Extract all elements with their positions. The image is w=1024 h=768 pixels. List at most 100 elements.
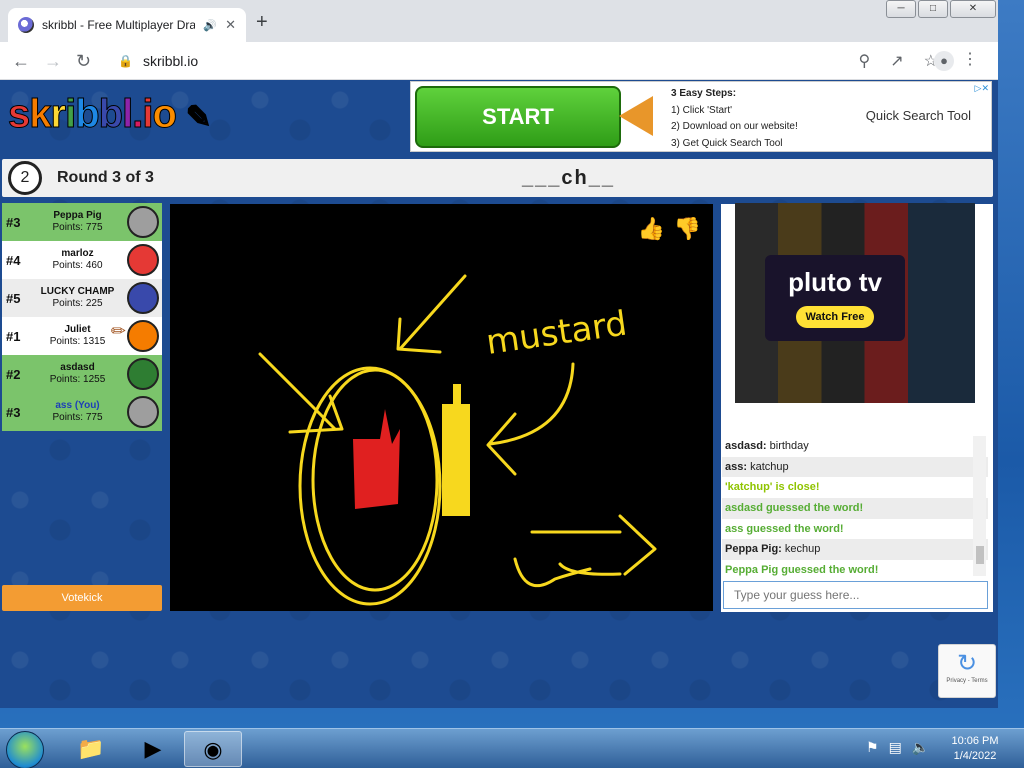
player-row[interactable]: #3 ass (You) Points: 775 [2, 393, 162, 431]
share-icon[interactable]: ↗ [890, 51, 903, 71]
ad-step-1: 1) Click 'Start' [671, 104, 733, 116]
taskbar-clock[interactable]: 10:06 PM 1/4/2022 [940, 734, 1010, 764]
media-player-taskbar-icon[interactable]: ▶ [124, 731, 182, 767]
chat-text: katchup [750, 460, 789, 473]
player-rank: #3 [6, 404, 21, 420]
player-rank: #5 [6, 290, 21, 306]
pluto-ad-card: pluto tv Watch Free [765, 255, 905, 341]
player-info: asdasd Points: 1255 [28, 362, 127, 386]
votekick-button[interactable]: Votekick [2, 585, 162, 611]
close-window-button[interactable]: ✕ [950, 0, 996, 18]
skribbl-favicon-icon [18, 17, 34, 33]
chat-text: Peppa Pig guessed the word! [725, 564, 879, 577]
thumbs-up-icon[interactable]: 👍 [638, 216, 665, 242]
player-points: Points: 775 [52, 412, 103, 423]
pluto-logo: pluto tv [788, 267, 882, 297]
lock-icon[interactable]: 🔒 [118, 54, 133, 68]
ad-steps-title: 3 Easy Steps: [671, 88, 737, 99]
player-rank: #4 [6, 252, 21, 268]
round-indicator: Round 3 of 3 [57, 169, 154, 186]
player-name: ass (You) [55, 400, 100, 411]
back-icon[interactable]: ← [12, 51, 30, 71]
player-points: Points: 460 [52, 260, 103, 271]
browser-toolbar: ← → ↻ 🔒 skribbl.io ⚲ ↗ ☆ ● ⋮ [0, 42, 998, 80]
player-rank: #2 [6, 366, 21, 382]
menu-icon[interactable]: ⋮ [962, 50, 978, 70]
player-points: Points: 775 [52, 222, 103, 233]
profile-icon[interactable]: ● [934, 51, 954, 71]
chat-scroll-thumb[interactable] [976, 546, 984, 564]
player-row[interactable]: #3 Peppa Pig Points: 775 [2, 203, 162, 241]
reload-icon[interactable]: ↻ [76, 51, 91, 71]
player-name: LUCKY CHAMP [40, 286, 115, 297]
browser-window: skribbl - Free Multiplayer Dra 🔊 ✕ + ─ □… [0, 0, 998, 708]
player-info: LUCKY CHAMP Points: 225 [28, 286, 127, 310]
tab-title: skribbl - Free Multiplayer Dra [42, 18, 196, 32]
thumbs-down-icon[interactable]: 👎 [674, 216, 701, 242]
network-icon[interactable]: ▤ [889, 739, 902, 756]
drawing-arrow [513, 514, 657, 588]
minimize-button[interactable]: ─ [886, 0, 916, 18]
system-tray: ⚑ ▤ 🔈 [866, 739, 929, 756]
guess-input[interactable] [723, 581, 988, 609]
avatar [127, 282, 159, 314]
chrome-taskbar-icon[interactable]: ◉ [184, 731, 242, 767]
player-rank: #1 [6, 328, 21, 344]
drawing-text: mustard [484, 304, 630, 363]
chat-message: asdasd: birthday [722, 436, 988, 457]
chat-scrollbar[interactable] [973, 436, 986, 576]
watch-free-button[interactable]: Watch Free [795, 306, 875, 328]
chat-message: ass: katchup [722, 456, 988, 478]
tab-strip: skribbl - Free Multiplayer Dra 🔊 ✕ + ─ □… [0, 0, 998, 42]
window-controls: ─ □ ✕ [886, 0, 996, 18]
taskbar-date: 1/4/2022 [953, 750, 997, 762]
chat-message: asdasd guessed the word! [722, 498, 988, 519]
ad-step-3: 3) Get Quick Search Tool [671, 137, 783, 149]
avatar [127, 320, 159, 352]
drawing-svg: mustard [258, 274, 657, 606]
drawing-arrow [486, 362, 575, 476]
chat-text: kechup [784, 543, 821, 556]
audio-icon[interactable]: 🔊 [203, 19, 217, 32]
player-info: marloz Points: 460 [28, 248, 127, 272]
recaptcha-badge[interactable]: ↻ Privacy - Terms [938, 644, 996, 698]
top-ad-banner[interactable]: START 3 Easy Steps: 1) Click 'Start' 2) … [410, 81, 992, 152]
chat-text: 'katchup' is close! [725, 481, 820, 494]
browser-tab[interactable]: skribbl - Free Multiplayer Dra 🔊 ✕ [8, 8, 246, 42]
explorer-taskbar-icon[interactable]: 📁 [62, 731, 120, 767]
zoom-icon[interactable]: ⚲ [859, 51, 871, 71]
chat-log: asdasd: birthday ass: katchup 'katchup' … [722, 436, 988, 579]
chat-message: Peppa Pig guessed the word! [722, 560, 988, 579]
drawing-canvas[interactable]: mustard 👍 👎 [170, 204, 713, 611]
action-center-icon[interactable]: ⚑ [866, 739, 879, 756]
player-name: asdasd [60, 362, 95, 373]
maximize-button[interactable]: □ [918, 0, 948, 18]
new-tab-icon[interactable]: + [256, 12, 268, 32]
ad-product-name: Quick Search Tool [865, 108, 971, 123]
player-row[interactable]: #1 Juliet Points: 1315 ✏ [2, 317, 162, 355]
player-row[interactable]: #5 LUCKY CHAMP Points: 225 [2, 279, 162, 317]
drawing-pencil-icon: ✏ [110, 321, 126, 341]
player-info: ass (You) Points: 775 [28, 400, 127, 424]
ad-start-button[interactable]: START [415, 86, 621, 148]
ad-step-2: 2) Download on our website! [671, 121, 798, 132]
drawing-arrow [396, 274, 467, 354]
drawing-arrow [258, 352, 344, 434]
ad-steps: 3 Easy Steps: 1) Click 'Start' 2) Downlo… [671, 86, 798, 152]
player-row[interactable]: #2 asdasd Points: 1255 [2, 355, 162, 393]
player-points: Points: 225 [52, 298, 103, 309]
side-ad[interactable]: pluto tv Watch Free [735, 203, 975, 403]
address-bar[interactable]: 🔒 skribbl.io [108, 47, 920, 75]
player-row[interactable]: #4 marloz Points: 460 [2, 241, 162, 279]
close-tab-icon[interactable]: ✕ [225, 17, 236, 33]
recaptcha-links[interactable]: Privacy - Terms [939, 678, 995, 684]
url-text: skribbl.io [142, 53, 199, 69]
adchoices-icon[interactable]: ▷✕ [975, 83, 989, 94]
avatar [127, 396, 159, 428]
windows-taskbar: 📁 ▶ ◉ ⚑ ▤ 🔈 10:06 PM 1/4/2022 [0, 728, 1024, 768]
volume-icon[interactable]: 🔈 [912, 739, 929, 756]
start-button[interactable] [6, 731, 44, 768]
avatar [127, 206, 159, 238]
forward-icon[interactable]: → [44, 51, 62, 71]
player-name: marloz [61, 248, 94, 259]
